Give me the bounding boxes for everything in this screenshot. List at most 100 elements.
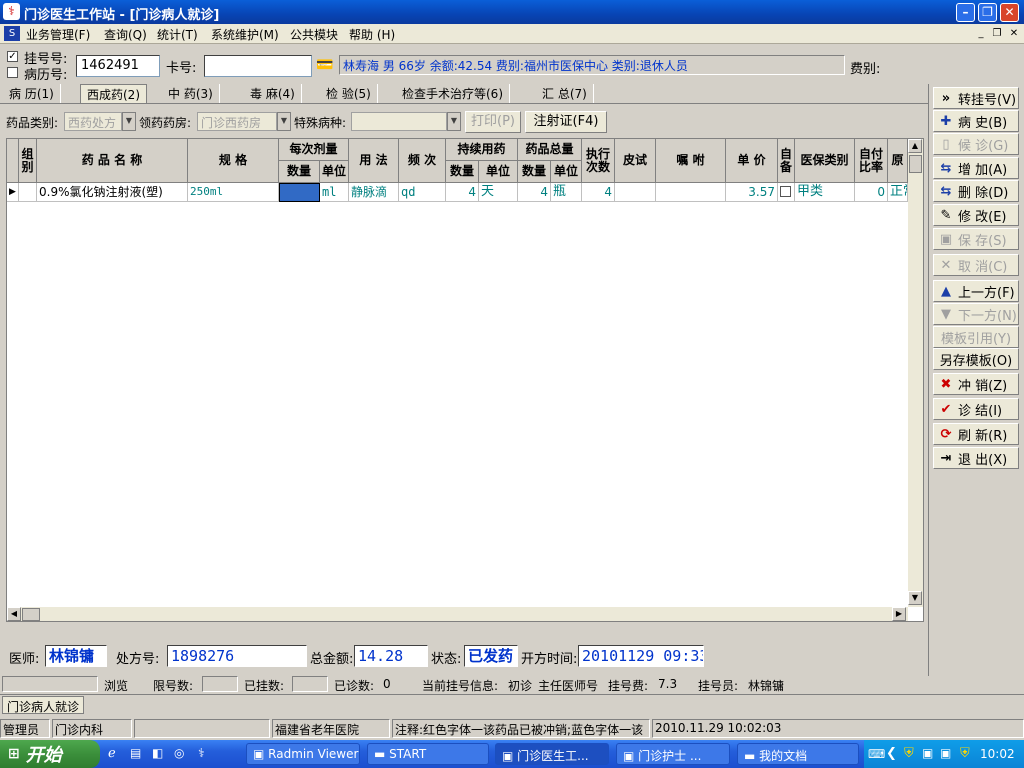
exit-button[interactable]: ⇥ 退 出(X): [933, 447, 1019, 469]
task-radmin[interactable]: ▣ Radmin Viewer: [246, 743, 360, 765]
col-price[interactable]: 单 价: [726, 139, 778, 183]
table-cell-drug-name[interactable]: 0.9%氯化钠注射液(塑): [37, 183, 188, 202]
tab-medical-record[interactable]: 病 历(1): [3, 84, 61, 103]
network-icon[interactable]: ▣: [922, 746, 933, 760]
col-cont-qty[interactable]: 数量: [446, 161, 479, 183]
menu-system[interactable]: 系统维护(M): [211, 26, 279, 43]
table-cell-usage[interactable]: 静脉滴: [349, 183, 399, 202]
scroll-left-icon[interactable]: ◀: [7, 607, 21, 621]
col-orig[interactable]: 原: [888, 139, 908, 183]
table-cell-price[interactable]: 3.57: [726, 183, 778, 202]
desktop-icon[interactable]: ◧: [152, 746, 168, 762]
table-cell-total-qty[interactable]: 4: [518, 183, 551, 202]
save-button[interactable]: ▣ 保 存(S): [933, 228, 1019, 250]
tab-summary[interactable]: 汇 总(7): [536, 84, 594, 103]
horizontal-scrollbar[interactable]: ◀ ▶: [7, 607, 908, 621]
keyboard-icon[interactable]: ⌨: [868, 747, 885, 761]
vertical-scroll-thumb[interactable]: [909, 155, 922, 173]
print-button[interactable]: 打印(P): [465, 111, 521, 133]
record-no-checkbox[interactable]: [7, 67, 18, 78]
document-tab[interactable]: 门诊病人就诊: [2, 696, 85, 714]
drug-category-select[interactable]: 西药处方: [64, 112, 122, 131]
cancel-button[interactable]: ✕ 取 消(C): [933, 254, 1019, 276]
app-shortcut-icon[interactable]: ⚕: [198, 746, 214, 762]
col-advice[interactable]: 嘱 咐: [656, 139, 726, 183]
scroll-up-icon[interactable]: ▲: [908, 139, 922, 153]
tab-exams-surgery[interactable]: 检查手术治疗等(6): [396, 84, 510, 103]
table-cell-exec-times[interactable]: 4: [582, 183, 615, 202]
waiting-button[interactable]: ▯ 候 诊(G): [933, 133, 1019, 155]
mdi-doc-icon[interactable]: S: [4, 26, 20, 41]
menu-query[interactable]: 查询(Q): [104, 26, 147, 43]
task-doctor-station[interactable]: ▣ 门诊医生工...: [495, 743, 609, 765]
medical-history-button[interactable]: ✚ 病 史(B): [933, 110, 1019, 132]
clock[interactable]: 10:02: [980, 747, 1015, 761]
col-continuous[interactable]: 持续用药: [446, 139, 518, 161]
media-icon[interactable]: ◎: [174, 746, 190, 762]
task-my-documents[interactable]: ▬ 我的文档: [737, 743, 859, 765]
scroll-right-icon[interactable]: ▶: [892, 607, 906, 621]
reg-no-input[interactable]: 1462491: [76, 55, 160, 77]
table-cell-self-pay[interactable]: 0: [855, 183, 888, 202]
task-nurse-station[interactable]: ▣ 门诊护士 ...: [616, 743, 730, 765]
app-icon[interactable]: ⚕: [3, 3, 20, 20]
col-cont-unit[interactable]: 单位: [479, 161, 518, 183]
vertical-scrollbar[interactable]: ▲ ▼: [908, 139, 923, 607]
col-usage[interactable]: 用 法: [349, 139, 399, 183]
close-button[interactable]: ✕: [1000, 3, 1019, 22]
chevron-down-icon[interactable]: ▼: [277, 112, 291, 131]
template-use-button[interactable]: 模板引用(Y): [933, 326, 1019, 348]
start-button[interactable]: ⊞ 开始: [0, 740, 100, 768]
menu-help[interactable]: 帮助 (H): [349, 26, 395, 43]
self-prep-checkbox[interactable]: [778, 183, 795, 202]
chevron-left-icon[interactable]: ❮: [886, 746, 897, 761]
col-frequency[interactable]: 频 次: [399, 139, 446, 183]
special-disease-select[interactable]: [351, 112, 447, 131]
table-cell-cont-unit[interactable]: 天: [479, 183, 518, 202]
tab-lab-tests[interactable]: 检 验(5): [320, 84, 378, 103]
notepad-icon[interactable]: ▤: [130, 746, 146, 762]
task-start-folder[interactable]: ▬ START: [367, 743, 489, 765]
col-self-prep[interactable]: 自备: [778, 139, 795, 183]
table-cell-dose-unit[interactable]: ml: [320, 183, 349, 202]
table-cell-advice[interactable]: [656, 183, 726, 202]
edit-button[interactable]: ✎ 修 改(E): [933, 204, 1019, 226]
next-rx-button[interactable]: ▼ 下一方(N): [933, 303, 1019, 325]
chevron-down-icon[interactable]: ▼: [122, 112, 136, 131]
col-spec[interactable]: 规 格: [188, 139, 279, 183]
table-cell-spec[interactable]: 250ml: [188, 183, 279, 202]
col-dose-unit[interactable]: 单位: [320, 161, 349, 183]
col-dose-qty[interactable]: 数量: [279, 161, 320, 183]
delete-button[interactable]: ⇆ 删 除(D): [933, 180, 1019, 202]
tab-chinese-medicine[interactable]: 中 药(3): [162, 84, 220, 103]
save-template-button[interactable]: 另存模板(O): [933, 348, 1019, 370]
mdi-minimize-button[interactable]: _: [974, 27, 988, 41]
conclude-visit-button[interactable]: ✔ 诊 结(I): [933, 398, 1019, 420]
tab-western-medicine[interactable]: 西成药(2): [80, 84, 147, 103]
previous-rx-button[interactable]: ▲ 上一方(F): [933, 280, 1019, 302]
col-self-pay[interactable]: 自付比率: [855, 139, 888, 183]
menu-public[interactable]: 公共模块: [290, 26, 338, 43]
reg-no-checkbox[interactable]: ✓: [7, 51, 18, 62]
menu-stats[interactable]: 统计(T): [157, 26, 198, 43]
injection-cert-button[interactable]: 注射证(F4): [525, 111, 607, 133]
add-button[interactable]: ⇆ 增 加(A): [933, 157, 1019, 179]
refresh-button[interactable]: ⟳ 刷 新(R): [933, 423, 1019, 445]
col-skin-test[interactable]: 皮试: [615, 139, 656, 183]
table-cell-cont-qty[interactable]: 4: [446, 183, 479, 202]
scroll-down-icon[interactable]: ▼: [908, 591, 922, 605]
minimize-button[interactable]: –: [956, 3, 975, 22]
table-cell-insurance[interactable]: 甲类: [795, 183, 855, 202]
table-cell-dose-qty[interactable]: [279, 183, 320, 202]
card-input[interactable]: [204, 55, 312, 77]
table-cell-group[interactable]: [19, 183, 37, 202]
mdi-restore-button[interactable]: ❐: [990, 27, 1004, 41]
col-per-dose[interactable]: 每次剂量: [279, 139, 349, 161]
mdi-close-button[interactable]: ✕: [1007, 27, 1021, 41]
col-insurance[interactable]: 医保类别: [795, 139, 855, 183]
menu-business[interactable]: 业务管理(F): [26, 26, 90, 43]
pharmacy-select[interactable]: 门诊西药房: [197, 112, 277, 131]
table-cell-skin-test[interactable]: [615, 183, 656, 202]
chevron-down-icon[interactable]: ▼: [447, 112, 461, 131]
col-group[interactable]: 组别: [19, 139, 37, 183]
